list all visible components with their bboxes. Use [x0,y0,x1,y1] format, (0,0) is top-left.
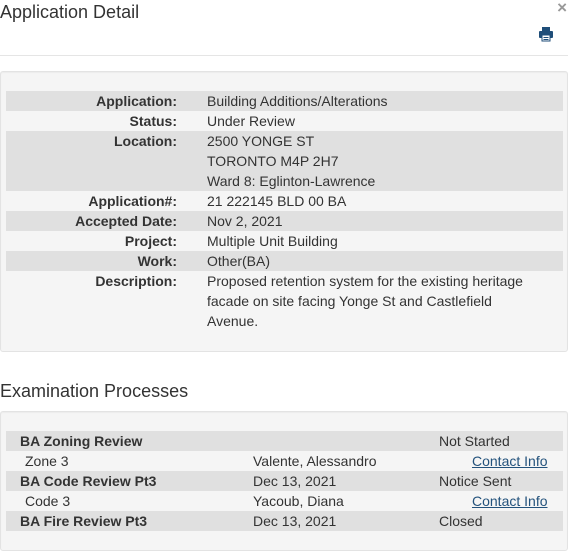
detail-row-status: Status: Under Review [6,111,563,131]
description-line3: Avenue. [207,313,259,329]
exam-examiner: Yacoub, Diana [253,493,344,509]
description-line1: Proposed retention system for the existi… [207,273,523,289]
work-label: Work: [137,253,177,269]
location-label: Location: [114,133,177,149]
print-icon[interactable] [538,26,554,42]
exam-sub-row: Code 3 Yacoub, Diana Contact Info [6,491,563,511]
page-title: Application Detail [0,2,140,22]
exam-sub-row: Zone 3 Valente, Alessandro Contact Info [6,451,563,471]
examination-panel: BA Zoning Review Not Started Zone 3 Vale… [0,411,568,551]
detail-row-application-number: Application#: 21 222145 BLD 00 BA [6,191,563,211]
detail-row-location: Location: 2500 YONGE ST TORONTO M4P 2H7 … [6,131,563,191]
location-line1: 2500 YONGE ST [207,133,315,149]
exam-process-name: BA Code Review Pt3 [20,473,157,489]
description-line2: facade on site facing Yonge St and Castl… [207,293,492,309]
detail-row-work: Work: Other(BA) [6,251,563,271]
accepted-date-label: Accepted Date: [75,213,177,229]
detail-row-project: Project: Multiple Unit Building [6,231,563,251]
exam-process-name: BA Fire Review Pt3 [20,513,148,529]
status-value: Under Review [207,113,295,129]
contact-info-link[interactable]: Contact Info [472,491,548,511]
application-number-value: 21 222145 BLD 00 BA [207,193,347,209]
exam-status: Closed [439,513,483,529]
exam-sub-name: Zone 3 [25,453,69,469]
project-label: Project: [124,233,177,249]
exam-status: Notice Sent [439,473,512,489]
detail-row-accepted-date: Accepted Date: Nov 2, 2021 [6,211,563,231]
exam-row: BA Code Review Pt3 Dec 13, 2021 Notice S… [6,471,563,491]
contact-info-link[interactable]: Contact Info [472,451,548,471]
exam-date: Dec 13, 2021 [253,473,337,489]
application-number-label: Application#: [88,193,177,209]
work-value: Other(BA) [207,253,271,269]
application-value: Building Additions/Alterations [207,93,388,109]
close-icon[interactable]: × [557,0,567,17]
application-detail-panel: Application: Building Additions/Alterati… [0,71,568,352]
exam-process-name: BA Zoning Review [20,433,143,449]
project-value: Multiple Unit Building [207,233,338,249]
location-line2: TORONTO M4P 2H7 [207,153,339,169]
section-title-examination: Examination Processes [0,381,189,401]
exam-date: Dec 13, 2021 [253,513,337,529]
exam-row: BA Fire Review Pt3 Dec 13, 2021 Closed [6,511,563,531]
accepted-date-value: Nov 2, 2021 [207,213,283,229]
exam-sub-name: Code 3 [25,493,71,509]
exam-row: BA Zoning Review Not Started [6,431,563,451]
status-label: Status: [129,113,177,129]
exam-status: Not Started [439,433,510,449]
detail-row-description: Description: Proposed retention system f… [6,271,563,331]
location-ward: Ward 8: Eglinton-Lawrence [207,173,376,189]
application-label: Application: [96,93,177,109]
description-label: Description: [95,273,177,289]
exam-examiner: Valente, Alessandro [253,453,377,469]
detail-row-application: Application: Building Additions/Alterati… [6,91,563,111]
header-divider [0,55,568,56]
